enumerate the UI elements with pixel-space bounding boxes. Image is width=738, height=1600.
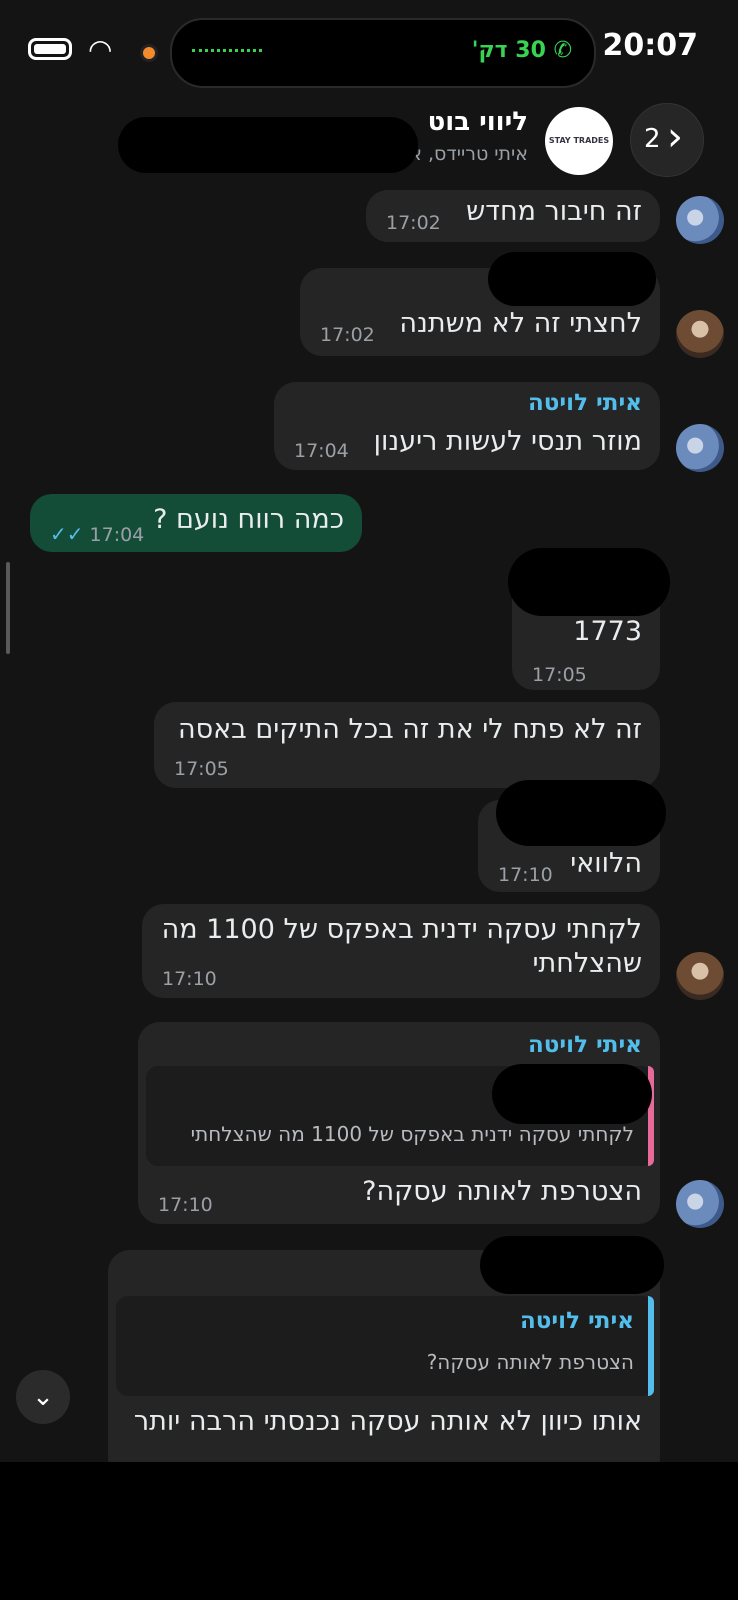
call-duration-text: 30 דק' [471, 38, 546, 63]
message-text: לחצתי זה לא משתנה [399, 308, 642, 339]
quoted-message[interactable]: איתי לויטה הצטרפת לאותה עסקה? [116, 1296, 654, 1396]
dynamic-island[interactable]: ✆ 30 דק' [170, 18, 596, 88]
quote-accent-bar [648, 1296, 654, 1396]
message-text: זה לא פתח לי את זה בכל התיקים באסה [177, 714, 642, 745]
message-time: 17:10 [162, 968, 217, 990]
chat-screen: ◠ ✆ 30 דק' 20:07 2 › STAY TRADES ליווי ב… [0, 0, 738, 1462]
message-time: 17:10 [498, 864, 553, 886]
redaction-mark [496, 780, 666, 846]
message-text: הלוואי [570, 848, 642, 879]
sender-avatar[interactable] [676, 1180, 724, 1228]
message-bubble[interactable]: לקחתי עסקה ידנית באפקס של 1100 מה שהצלחת… [142, 904, 660, 998]
phone-icon: ✆ [553, 38, 572, 63]
sender-avatar[interactable] [676, 424, 724, 472]
message-bubble[interactable]: זה לא פתח לי את זה בכל התיקים באסה 17:05 [154, 702, 660, 788]
call-duration: ✆ 30 דק' [472, 38, 572, 63]
sender-name[interactable]: איתי לויטה [528, 390, 642, 416]
status-bar: ◠ ✆ 30 דק' 20:07 [0, 0, 738, 100]
read-receipt-icon: ✓✓ [50, 522, 84, 546]
battery-icon [28, 38, 72, 60]
chat-title[interactable]: ליווי בוט [428, 107, 528, 137]
message-text: מוזר תנסי לעשות ריענון [373, 426, 642, 457]
message-text: זה חיבור מחדש [466, 196, 642, 227]
message-text: 1773 [573, 616, 642, 647]
message-time: 17:05 [174, 758, 229, 780]
message-text: הצטרפת לאותה עסקה? [362, 1176, 642, 1207]
scrollbar[interactable] [6, 562, 10, 654]
message-meta: ✓✓ 17:04 [50, 522, 144, 546]
redaction-mark [118, 117, 418, 173]
message-bubble[interactable]: זה חיבור מחדש 17:02 [366, 190, 660, 242]
message-bubble[interactable]: איתי לויטה מוזר תנסי לעשות ריענון 17:04 [274, 382, 660, 470]
call-activity-icon [192, 49, 262, 56]
unread-count: 2 [644, 124, 661, 154]
message-bubble-outgoing[interactable]: כמה רווח נועם ? ✓✓ 17:04 [30, 494, 362, 552]
clock: 20:07 [602, 28, 699, 63]
sender-avatar[interactable] [676, 196, 724, 244]
quote-text: הצטרפת לאותה עסקה? [426, 1350, 634, 1374]
redaction-mark [480, 1236, 664, 1294]
quote-text: לקחתי עסקה ידנית באפקס של 1100 מה שהצלחת… [190, 1122, 634, 1146]
message-text: כמה רווח נועם ? [153, 504, 344, 535]
chevron-right-icon: › [667, 114, 683, 160]
message-time: 17:04 [89, 524, 145, 546]
chevron-down-icon: ⌄ [32, 1382, 54, 1412]
back-button[interactable]: 2 › [630, 103, 704, 177]
sender-name[interactable]: איתי לויטה [528, 1032, 642, 1058]
sender-avatar[interactable] [676, 310, 724, 358]
message-text: לקחתי עסקה ידנית באפקס של 1100 מה [161, 914, 642, 945]
camera-indicator-icon [140, 44, 158, 62]
chat-header: 2 › STAY TRADES ליווי בוט איתי טריידס, א… [0, 95, 738, 190]
message-text: שהצלחתי [532, 948, 642, 979]
message-time: 17:10 [158, 1194, 213, 1216]
scroll-to-bottom-button[interactable]: ⌄ [16, 1370, 70, 1424]
sender-avatar[interactable] [676, 952, 724, 1000]
group-avatar[interactable]: STAY TRADES [545, 107, 613, 175]
message-time: 17:02 [386, 212, 441, 234]
message-time: 17:05 [532, 664, 587, 686]
quote-sender-name: איתי לויטה [519, 1308, 634, 1334]
wifi-icon: ◠ [88, 33, 113, 66]
message-text: אותו כיוון לא אותה עסקה נכנסתי הרבה יותר [133, 1406, 642, 1437]
message-time: 17:04 [294, 440, 349, 462]
message-time: 17:02 [320, 324, 375, 346]
redaction-mark [492, 1064, 652, 1124]
redaction-mark [508, 548, 670, 616]
redaction-mark [488, 252, 656, 306]
